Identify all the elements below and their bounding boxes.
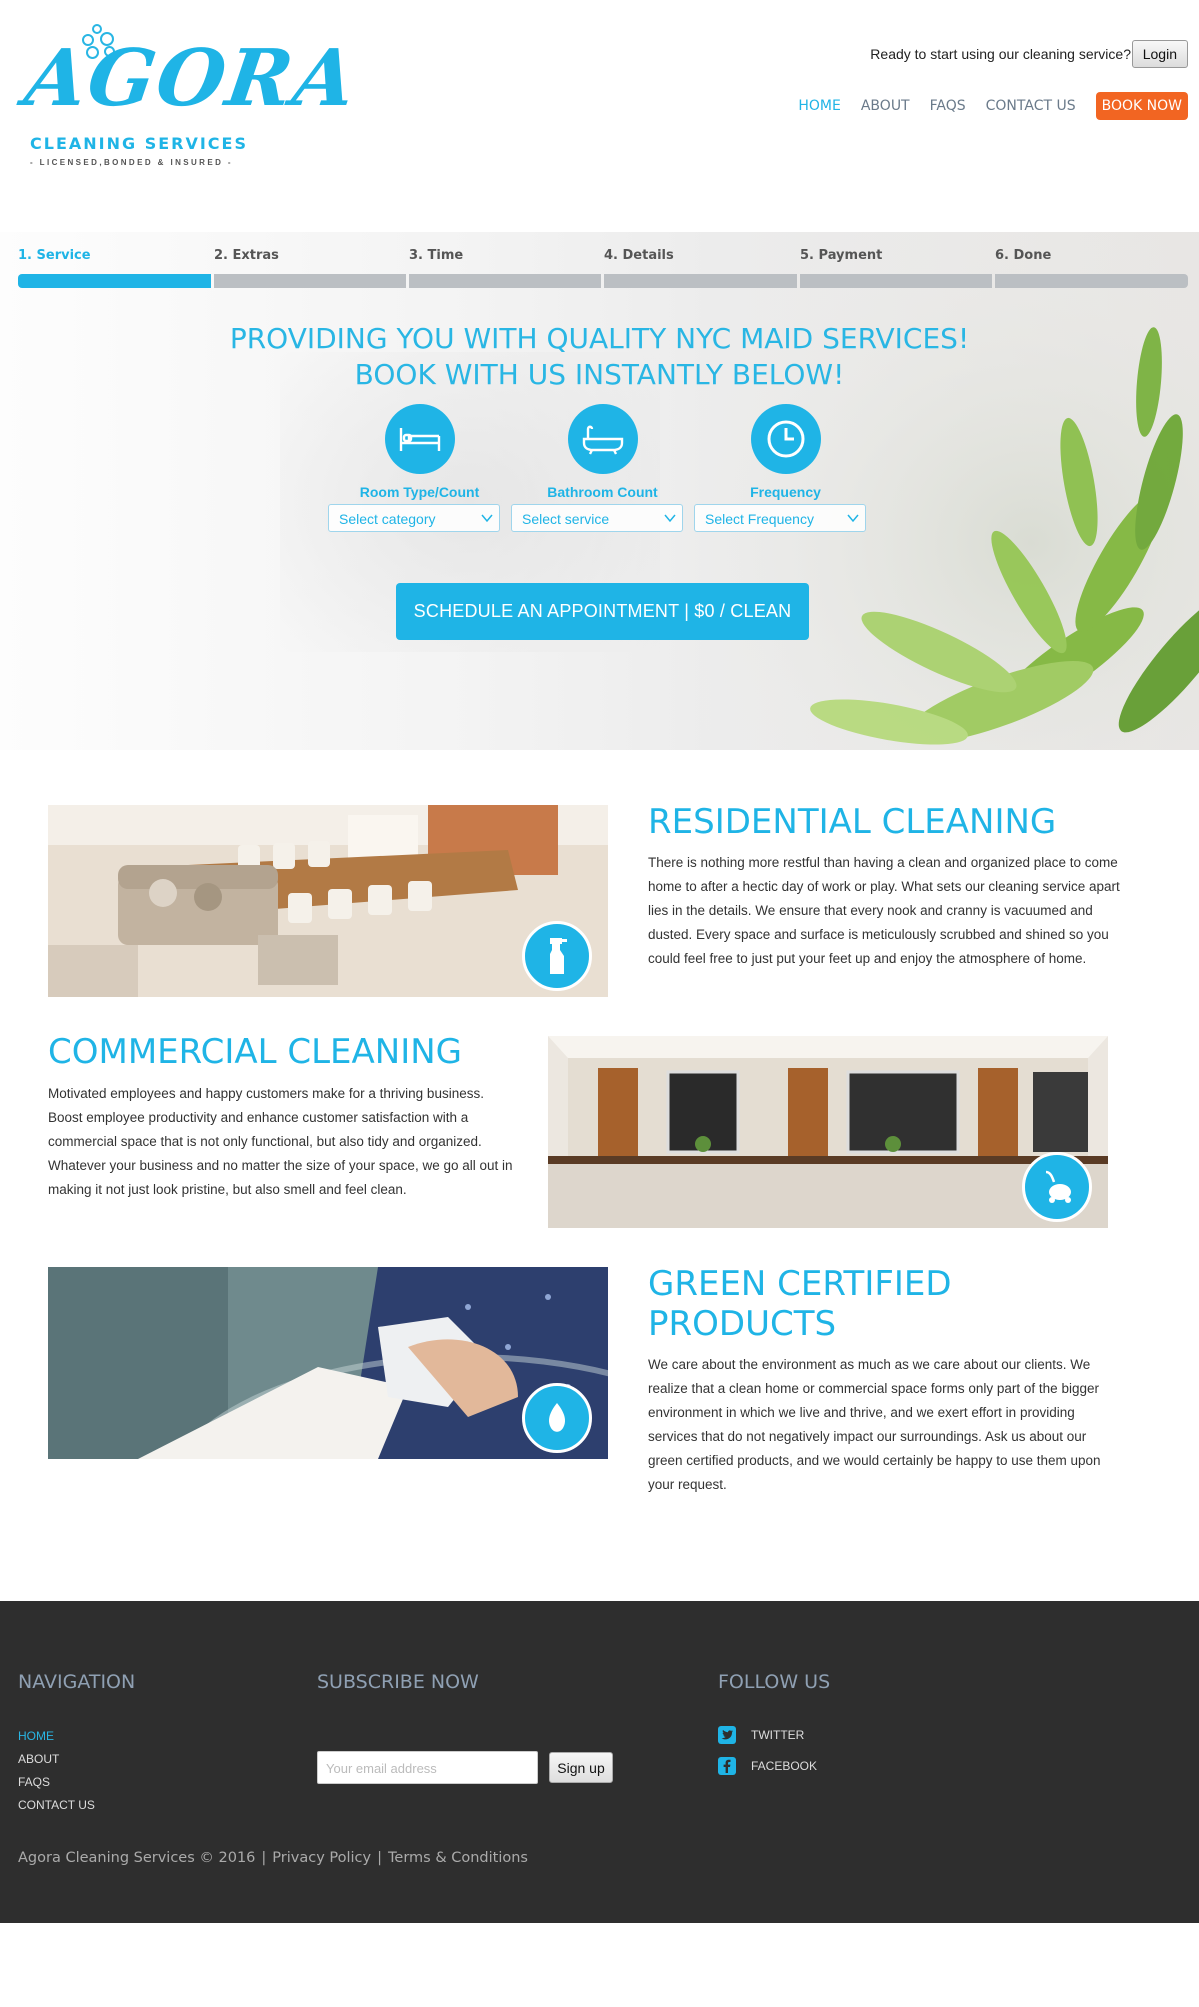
residential-title: RESIDENTIAL CLEANING [648, 802, 1057, 842]
room-type-option: Room Type/Count [332, 404, 507, 500]
step-progress-bar [604, 274, 797, 288]
step-time[interactable]: 3. Time [409, 248, 601, 293]
nav-home[interactable]: HOME [798, 98, 840, 114]
subscribe-heading: SUBSCRIBE NOW [317, 1671, 479, 1693]
commercial-image [548, 1036, 1108, 1228]
step-progress-bar [995, 274, 1188, 288]
nav-faqs[interactable]: FAQS [930, 98, 966, 114]
step-details[interactable]: 4. Details [604, 248, 797, 293]
site-footer: NAVIGATION HOME ABOUT FAQS CONTACT US SU… [0, 1601, 1199, 1923]
room-type-select[interactable]: Select category [328, 504, 500, 532]
leaf-icon [522, 1383, 592, 1453]
vacuum-icon [1022, 1152, 1092, 1222]
facebook-icon [718, 1757, 736, 1775]
footer-link-faqs[interactable]: FAQS [18, 1775, 50, 1789]
bathtub-icon [567, 404, 638, 474]
hero-title-line2: BOOK WITH US INSTANTLY BELOW! [354, 358, 845, 391]
spray-bottle-icon [522, 921, 592, 991]
step-done[interactable]: 6. Done [995, 248, 1188, 293]
follow-us-heading: FOLLOW US [718, 1671, 831, 1693]
green-products-text: We care about the environment as much as… [648, 1357, 1101, 1492]
footer-link-contact-us[interactable]: CONTACT US [18, 1798, 95, 1812]
nav-about[interactable]: ABOUT [861, 98, 910, 114]
schedule-appointment-button[interactable]: SCHEDULE AN APPOINTMENT | $0 / CLEAN [396, 583, 809, 640]
twitter-link[interactable]: TWITTER [718, 1726, 804, 1744]
logo-tagline: - LICENSED,BONDED & INSURED - [30, 158, 233, 167]
bathroom-count-label: Bathroom Count [547, 484, 658, 500]
room-type-label: Room Type/Count [359, 484, 480, 500]
booking-steps: 1. Service 2. Extras 3. Time 4. Details … [18, 248, 1188, 293]
commercial-text: Motivated employees and happy customers … [48, 1086, 513, 1197]
email-input[interactable]: Your email address [317, 1751, 538, 1784]
twitter-icon [718, 1726, 736, 1744]
book-now-button[interactable]: BOOK NOW [1095, 92, 1188, 120]
bathroom-count-select[interactable]: Select service [511, 504, 683, 532]
bathroom-count-option: Bathroom Count [515, 404, 690, 500]
green-products-title-line2: PRODUCTS [648, 1304, 837, 1344]
agora-logo[interactable]: AGORA CLEANING SERVICES - LICENSED,BONDE… [20, 20, 363, 167]
bed-icon [384, 404, 455, 474]
step-service[interactable]: 1. Service [18, 248, 211, 293]
step-progress-bar [409, 274, 601, 288]
footer-link-home[interactable]: HOME [18, 1729, 54, 1743]
green-products-image [48, 1267, 608, 1459]
frequency-option: Frequency [698, 404, 873, 500]
main-nav: HOME ABOUT FAQS CONTACT US BOOK NOW [778, 92, 1188, 120]
frequency-select[interactable]: Select Frequency [694, 504, 866, 532]
site-header: AGORA CLEANING SERVICES - LICENSED,BONDE… [0, 0, 1199, 170]
nav-contact-us[interactable]: CONTACT US [986, 98, 1076, 114]
footer-bottom-bar: Agora Cleaning Services © 2016 | Privacy P… [18, 1850, 528, 1866]
residential-image [48, 805, 608, 997]
terms-conditions-link[interactable]: Terms & Conditions [388, 1850, 528, 1866]
chevron-down-icon [847, 514, 859, 523]
facebook-link[interactable]: FACEBOOK [718, 1757, 817, 1775]
step-payment[interactable]: 5. Payment [800, 248, 992, 293]
step-progress-bar [214, 274, 406, 288]
copyright-text: Agora Cleaning Services © 2016 [18, 1850, 256, 1866]
step-progress-bar [800, 274, 992, 288]
logo-wordmark: AGORA [19, 33, 363, 124]
page: AGORA CLEANING SERVICES - LICENSED,BONDE… [0, 0, 1199, 2007]
step-progress-bar [18, 274, 211, 288]
logo-subtitle: CLEANING SERVICES [30, 134, 248, 153]
hero-title-line1: PROVIDING YOU WITH QUALITY NYC MAID SERV… [229, 322, 970, 355]
separator: | [261, 1850, 267, 1866]
login-button[interactable]: Login [1131, 40, 1188, 68]
frequency-label: Frequency [750, 484, 821, 500]
clock-icon [750, 404, 821, 474]
privacy-policy-link[interactable]: Privacy Policy [272, 1850, 371, 1866]
step-extras[interactable]: 2. Extras [214, 248, 406, 293]
footer-navigation-heading: NAVIGATION [18, 1671, 136, 1693]
chevron-down-icon [664, 514, 676, 523]
ready-text: Ready to start using our cleaning servic… [870, 46, 1131, 62]
chevron-down-icon [481, 514, 493, 523]
commercial-title: COMMERCIAL CLEANING [48, 1032, 463, 1072]
signup-button[interactable]: Sign up [549, 1752, 613, 1783]
footer-link-about[interactable]: ABOUT [18, 1752, 59, 1766]
residential-text: There is nothing more restful than havin… [648, 855, 1120, 966]
separator: | [377, 1850, 383, 1866]
green-products-title-line1: GREEN CERTIFIED [648, 1264, 952, 1304]
